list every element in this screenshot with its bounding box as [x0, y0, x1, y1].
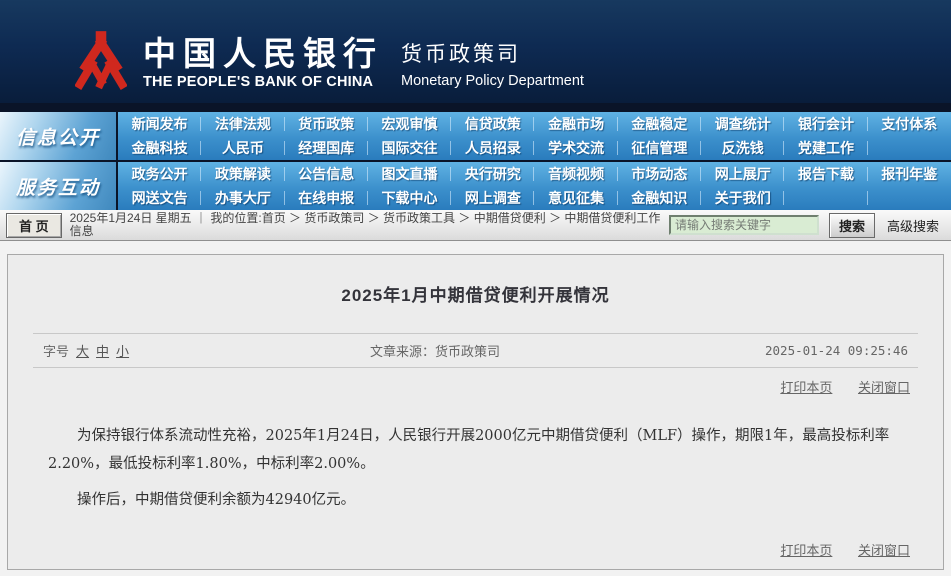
site-header: 中国人民银行 THE PEOPLE'S BANK OF CHINA 货币政策司 … — [0, 0, 951, 103]
font-size-option[interactable]: 小 — [116, 344, 129, 359]
home-button[interactable]: 首 页 — [6, 213, 62, 238]
nav-item[interactable]: 人民币 — [201, 136, 284, 160]
nav-item[interactable]: 征信管理 — [618, 136, 701, 160]
nav-item[interactable]: 银行会计 — [784, 112, 867, 136]
nav-item[interactable]: 关于我们 — [701, 186, 784, 210]
nav-item[interactable]: 在线申报 — [285, 186, 368, 210]
font-size-option[interactable]: 中 — [96, 344, 109, 359]
nav-top-strip — [0, 103, 951, 112]
article-meta-row: 字号大中小 文章来源：货币政策司 2025-01-24 09:25:46 — [33, 333, 918, 368]
nav-item[interactable]: 公告信息 — [285, 162, 368, 186]
nav-item[interactable]: 调查统计 — [701, 112, 784, 136]
nav-item[interactable]: 报告下载 — [784, 162, 867, 186]
nav-grid: 新闻发布法律法规货币政策宏观审慎信贷政策金融市场金融稳定调查统计银行会计支付体系… — [118, 112, 951, 160]
article-body: 为保持银行体系流动性充裕，2025年1月24日，人民银行开展2000亿元中期借贷… — [48, 422, 903, 514]
font-size-links: 大中小 — [69, 344, 129, 359]
article-actions-top: 打印本页 关闭窗口 — [8, 377, 910, 396]
nav-item[interactable]: 支付体系 — [868, 112, 951, 136]
main-nav: 信息公开新闻发布法律法规货币政策宏观审慎信贷政策金融市场金融稳定调查统计银行会计… — [0, 112, 951, 210]
nav-item[interactable]: 网送文告 — [118, 186, 201, 210]
source-label: 文章来源： — [370, 344, 435, 359]
nav-item[interactable]: 报刊年鉴 — [868, 162, 951, 186]
font-size-option[interactable]: 大 — [76, 344, 89, 359]
nav-item[interactable]: 政务公开 — [118, 162, 201, 186]
nav-item[interactable]: 宏观审慎 — [368, 112, 451, 136]
nav-item[interactable]: 新闻发布 — [118, 112, 201, 136]
article-title: 2025年1月中期借贷便利开展情况 — [8, 255, 943, 306]
font-size-label: 字号 — [43, 344, 69, 359]
nav-item[interactable]: 金融稳定 — [618, 112, 701, 136]
nav-item[interactable]: 国际交往 — [368, 136, 451, 160]
article-datetime: 2025-01-24 09:25:46 — [765, 343, 908, 358]
breadcrumb-separator: ｜ — [195, 212, 207, 225]
nav-item[interactable]: 意见征集 — [534, 186, 617, 210]
nav-section: 信息公开新闻发布法律法规货币政策宏观审慎信贷政策金融市场金融稳定调查统计银行会计… — [0, 112, 951, 160]
nav-cell-empty — [868, 186, 951, 210]
search-button[interactable]: 搜索 — [829, 213, 875, 238]
close-window-link[interactable]: 关闭窗口 — [858, 380, 910, 395]
print-page-link[interactable]: 打印本页 — [780, 380, 832, 395]
nav-item[interactable]: 网上展厅 — [701, 162, 784, 186]
nav-cell-empty — [784, 186, 867, 210]
nav-item[interactable]: 金融科技 — [118, 136, 201, 160]
search-input[interactable] — [669, 215, 819, 235]
nav-item[interactable]: 办事大厅 — [201, 186, 284, 210]
close-window-link[interactable]: 关闭窗口 — [858, 543, 910, 558]
nav-section-label[interactable]: 服务互动 — [0, 162, 118, 210]
department-title-block: 货币政策司 Monetary Policy Department — [401, 38, 584, 90]
source-value: 货币政策司 — [435, 344, 500, 359]
nav-grid: 政务公开政策解读公告信息图文直播央行研究音频视频市场动态网上展厅报告下载报刊年鉴… — [118, 162, 951, 210]
article-paragraph: 为保持银行体系流动性充裕，2025年1月24日，人民银行开展2000亿元中期借贷… — [48, 422, 903, 478]
pboc-emblem-icon — [75, 30, 127, 90]
nav-item[interactable]: 货币政策 — [285, 112, 368, 136]
breadcrumb-toolbar: 首 页 2025年1月24日 星期五 ｜ 我的位置:首页 ＞ 货币政策司 ＞ 货… — [0, 210, 951, 241]
nav-item[interactable]: 学术交流 — [534, 136, 617, 160]
breadcrumb: 2025年1月24日 星期五 ｜ 我的位置:首页 ＞ 货币政策司 ＞ 货币政策工… — [70, 212, 669, 238]
article-container: 2025年1月中期借贷便利开展情况 字号大中小 文章来源：货币政策司 2025-… — [7, 254, 944, 570]
article-actions-bottom: 打印本页 关闭窗口 — [8, 540, 910, 559]
nav-item[interactable]: 法律法规 — [201, 112, 284, 136]
font-size-control: 字号大中小 — [43, 341, 370, 360]
nav-item[interactable]: 央行研究 — [451, 162, 534, 186]
nav-item[interactable]: 金融知识 — [618, 186, 701, 210]
nav-item[interactable]: 党建工作 — [784, 136, 867, 160]
bank-name-cn: 中国人民银行 — [143, 37, 383, 71]
nav-item[interactable]: 网上调查 — [451, 186, 534, 210]
department-name-cn: 货币政策司 — [401, 38, 584, 68]
nav-item[interactable]: 信贷政策 — [451, 112, 534, 136]
nav-section-label[interactable]: 信息公开 — [0, 112, 118, 160]
nav-item[interactable]: 市场动态 — [618, 162, 701, 186]
department-name-en: Monetary Policy Department — [401, 73, 584, 89]
advanced-search-link[interactable]: 高级搜索 — [887, 216, 939, 235]
nav-item[interactable]: 音频视频 — [534, 162, 617, 186]
nav-item[interactable]: 图文直播 — [368, 162, 451, 186]
nav-item[interactable]: 下载中心 — [368, 186, 451, 210]
bank-title-block: 中国人民银行 THE PEOPLE'S BANK OF CHINA — [143, 37, 383, 90]
nav-item[interactable]: 反洗钱 — [701, 136, 784, 160]
article-paragraph: 操作后，中期借贷便利余额为42940亿元。 — [48, 486, 903, 514]
nav-item[interactable]: 人员招录 — [451, 136, 534, 160]
nav-item[interactable]: 政策解读 — [201, 162, 284, 186]
bank-name-en: THE PEOPLE'S BANK OF CHINA — [143, 74, 383, 90]
nav-cell-empty — [868, 136, 951, 160]
nav-item[interactable]: 金融市场 — [534, 112, 617, 136]
print-page-link[interactable]: 打印本页 — [780, 543, 832, 558]
nav-section: 服务互动政务公开政策解读公告信息图文直播央行研究音频视频市场动态网上展厅报告下载… — [0, 162, 951, 210]
nav-item[interactable]: 经理国库 — [285, 136, 368, 160]
article-source: 文章来源：货币政策司 — [370, 341, 765, 360]
